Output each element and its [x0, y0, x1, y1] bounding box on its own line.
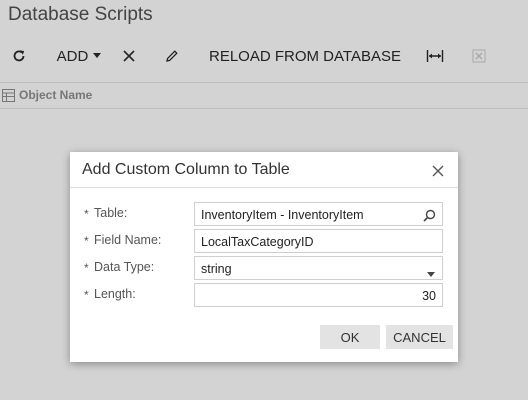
dialog-header: Add Custom Column to Table [70, 152, 458, 188]
length-value: 30 [422, 289, 436, 303]
ok-button[interactable]: OK [320, 325, 380, 349]
refresh-button[interactable] [8, 42, 30, 70]
dialog-close-button[interactable] [432, 164, 444, 182]
export-excel-button[interactable] [468, 42, 490, 70]
column-settings-icon[interactable] [2, 89, 15, 107]
fit-width-icon [426, 50, 444, 62]
required-mark: * [84, 234, 89, 248]
pencil-icon [166, 50, 178, 62]
reload-label: RELOAD FROM DATABASE [209, 47, 401, 65]
required-mark: * [84, 207, 89, 221]
required-mark: * [84, 261, 89, 275]
required-mark: * [84, 288, 89, 302]
search-icon[interactable] [423, 209, 436, 225]
dialog-title: Add Custom Column to Table [82, 161, 290, 178]
grid-header: Object Name [0, 82, 528, 109]
add-label: ADD [56, 47, 89, 65]
delete-button[interactable] [118, 42, 140, 70]
data-type-select[interactable]: string [194, 256, 443, 280]
caret-down-icon [93, 53, 102, 58]
fit-width-button[interactable] [424, 42, 446, 70]
toolbar: ADD RELOAD FROM DATABASE [0, 42, 528, 70]
field-name-row: * Field Name: LocalTaxCategoryID [70, 229, 458, 253]
table-selector[interactable]: InventoryItem - InventoryItem [194, 202, 443, 226]
cancel-button[interactable]: CANCEL [386, 325, 453, 349]
column-header-object-name[interactable]: Object Name [19, 88, 92, 102]
add-button[interactable]: ADD [54, 42, 104, 70]
refresh-icon [13, 50, 25, 62]
table-value: InventoryItem - InventoryItem [201, 208, 364, 222]
table-row: * Table: InventoryItem - InventoryItem [70, 202, 458, 226]
length-row: * Length: 30 [70, 283, 458, 307]
field-name-value: LocalTaxCategoryID [201, 235, 314, 249]
page-title: Database Scripts [8, 4, 153, 25]
close-icon [123, 50, 135, 62]
add-custom-column-dialog: Add Custom Column to Table * Table: Inve… [70, 152, 458, 362]
excel-export-icon [472, 49, 486, 63]
edit-button[interactable] [161, 42, 183, 70]
length-input[interactable]: 30 [194, 283, 443, 307]
field-name-input[interactable]: LocalTaxCategoryID [194, 229, 443, 253]
close-icon [432, 165, 444, 177]
data-type-row: * Data Type: string [70, 256, 458, 280]
caret-down-icon[interactable] [427, 266, 435, 280]
data-type-value: string [201, 262, 232, 276]
reload-from-database-button[interactable]: RELOAD FROM DATABASE [206, 42, 404, 70]
